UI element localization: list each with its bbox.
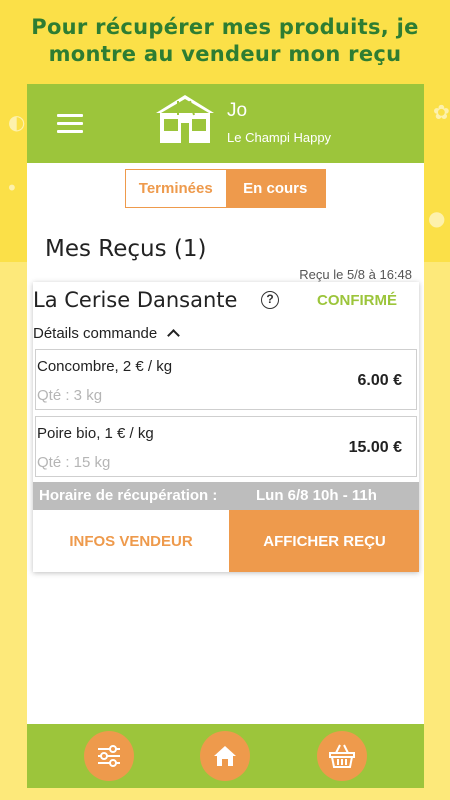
order-details-label: Détails commande xyxy=(33,325,158,342)
seller-info-button[interactable]: INFOS VENDEUR xyxy=(33,510,230,572)
pickup-label: Horaire de récupération : xyxy=(39,487,218,504)
app-screen: Jo Le Champi Happy Terminées En cours Me… xyxy=(27,84,424,788)
home-icon xyxy=(214,746,236,766)
basket-button[interactable] xyxy=(317,731,367,781)
doodle-leaf-icon: ✿ xyxy=(433,100,450,124)
shop-icon xyxy=(156,95,214,143)
seller-name: La Cerise Dansante xyxy=(33,288,238,312)
item-quantity: Qté : 3 kg xyxy=(37,387,103,404)
doodle-lemon-icon: ◐ xyxy=(8,110,26,134)
hamburger-menu-icon[interactable] xyxy=(57,114,83,133)
tab-terminees[interactable]: Terminées xyxy=(126,170,226,207)
tab-en-cours[interactable]: En cours xyxy=(225,170,325,207)
item-price: 15.00 € xyxy=(348,439,402,456)
page-title: Mes Reçus (1) xyxy=(45,236,207,262)
help-icon[interactable]: ? xyxy=(261,291,279,309)
promo-line-2: montre au vendeur mon reçu xyxy=(48,42,402,66)
filters-icon xyxy=(98,745,120,767)
item-name: Concombre, 2 € / kg xyxy=(37,358,173,375)
receipt-tabs: Terminées En cours xyxy=(125,169,326,208)
received-timestamp: Reçu le 5/8 à 16:48 xyxy=(299,267,412,282)
chevron-up-icon xyxy=(167,329,181,342)
filters-button[interactable] xyxy=(84,731,134,781)
order-item: Concombre, 2 € / kg Qté : 3 kg 6.00 € xyxy=(35,349,417,410)
item-name: Poire bio, 1 € / kg xyxy=(37,425,154,442)
promo-line-1: Pour récupérer mes produits, je xyxy=(31,15,419,39)
user-shop-name: Le Champi Happy xyxy=(227,130,332,145)
pickup-time-bar: Horaire de récupération : Lun 6/8 10h - … xyxy=(33,482,419,510)
doodle-apple-icon: ● xyxy=(428,206,446,230)
basket-icon xyxy=(329,744,355,768)
receipt-actions: INFOS VENDEUR AFFICHER REÇU xyxy=(33,510,419,572)
bottom-navigation xyxy=(27,724,424,788)
promo-caption: Pour récupérer mes produits, je montre a… xyxy=(0,14,450,68)
show-receipt-button[interactable]: AFFICHER REÇU xyxy=(230,510,419,572)
home-button[interactable] xyxy=(200,731,250,781)
status-badge: CONFIRMÉ xyxy=(317,292,397,309)
pickup-value: Lun 6/8 10h - 11h xyxy=(256,487,377,504)
order-details-toggle[interactable]: Détails commande xyxy=(33,325,181,342)
item-quantity: Qté : 15 kg xyxy=(37,454,111,471)
order-item: Poire bio, 1 € / kg Qté : 15 kg 15.00 € xyxy=(35,416,417,477)
app-header: Jo Le Champi Happy xyxy=(27,84,424,163)
doodle-dot-icon: • xyxy=(6,176,18,200)
item-price: 6.00 € xyxy=(357,372,402,389)
user-name: Jo xyxy=(227,100,248,121)
receipt-card: La Cerise Dansante ? CONFIRMÉ Détails co… xyxy=(33,282,419,572)
